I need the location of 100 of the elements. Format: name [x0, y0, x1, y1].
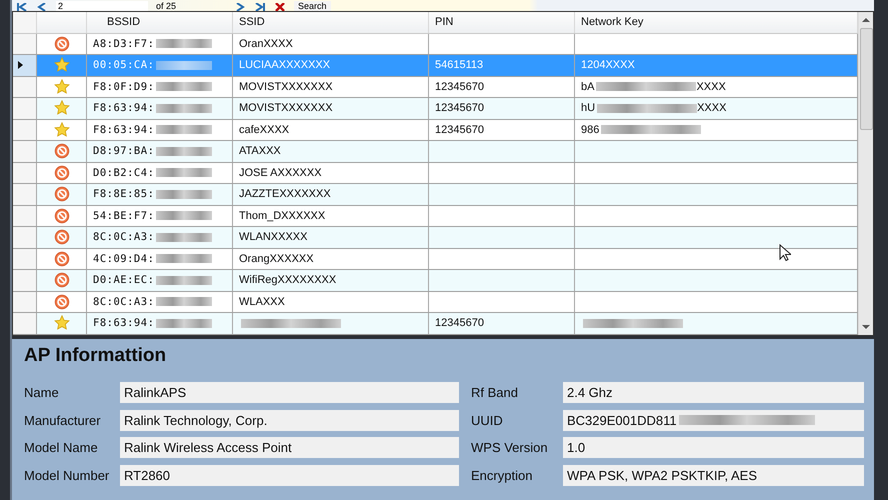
- redaction-mark: [156, 60, 212, 70]
- star-icon: [54, 78, 70, 95]
- bssid-text: A8:D3:F7:: [93, 38, 154, 50]
- redaction-mark: [156, 190, 212, 199]
- bssid-text: 54:BE:F7:: [93, 210, 154, 222]
- info-field[interactable]: WPA PSK, WPA2 PSKTKIP, AES: [563, 464, 864, 486]
- bssid-text: 8C:0C:A3:: [93, 231, 154, 244]
- field-label: Model Name: [24, 440, 99, 456]
- ssid-text: WLANXXXXX: [239, 231, 308, 244]
- mouse-cursor-icon: [779, 244, 791, 262]
- ssid-text: JOSE AXXXXXX: [239, 166, 322, 179]
- ssid-text: cafeXXXX: [239, 124, 290, 136]
- redaction-mark: [156, 232, 212, 242]
- scroll-thumb[interactable]: [860, 28, 872, 130]
- ssid-text: WLAXXX: [239, 296, 285, 308]
- field-label: Manufacturer: [24, 412, 102, 428]
- redaction-mark: [156, 276, 212, 285]
- ssid-text: MOVISTXXXXXXX: [239, 102, 333, 114]
- blocked-icon: [54, 272, 70, 288]
- table-row[interactable]: D0:AE:EC: WifiRegXXXXXXXX: [13, 270, 858, 292]
- redaction-mark: [156, 82, 212, 92]
- table-row[interactable]: F8:8E:85: JAZZTEXXXXXXX: [13, 184, 858, 206]
- last-icon[interactable]: [254, 3, 266, 11]
- table-row[interactable]: F8:63:94: MOVISTXXXXXXX 12345670 hU XXXX: [13, 98, 858, 120]
- previous-icon[interactable]: [36, 3, 48, 11]
- pin-text: 54615113: [435, 59, 484, 72]
- field-value: 2.4 Ghz: [567, 385, 613, 400]
- field-label: WPS Version: [471, 440, 549, 456]
- pin-text: 12345670: [435, 317, 484, 330]
- row-pointer-icon: [18, 61, 23, 70]
- delete-icon[interactable]: [274, 3, 286, 11]
- star-icon: [54, 315, 70, 332]
- redaction-mark: [156, 104, 212, 113]
- bssid-text: D8:97:BA:: [93, 145, 154, 158]
- star-icon: [54, 100, 70, 116]
- redaction-mark: [156, 168, 212, 178]
- info-field[interactable]: BC329E001DD811: [563, 410, 864, 431]
- bssid-text: 4C:09:D4:: [93, 252, 154, 265]
- bssid-text: 8C:0C:A3:: [93, 296, 154, 308]
- bssid-text: F8:63:94:: [93, 102, 154, 114]
- field-label: Model Number: [24, 468, 110, 483]
- ssid-text: ATAXXX: [239, 145, 281, 158]
- scroll-down-icon[interactable]: [862, 325, 870, 330]
- record-count: of 25: [156, 1, 178, 11]
- pin-text: 12345670: [435, 80, 484, 93]
- network-key-text: hU: [581, 102, 596, 114]
- info-field[interactable]: Ralink Wireless Access Point: [120, 437, 459, 458]
- field-label: Rf Band: [471, 385, 519, 400]
- search-button[interactable]: Search: [294, 1, 331, 11]
- info-field[interactable]: RalinkAPS: [120, 382, 459, 404]
- scroll-up-icon[interactable]: [862, 17, 870, 22]
- column-header[interactable]: SSID: [233, 12, 429, 32]
- redaction-mark: [156, 318, 212, 328]
- ssid-text: OrangXXXXXX: [239, 252, 314, 265]
- blocked-icon: [54, 36, 70, 52]
- network-key-text: 1204XXXX: [581, 59, 635, 72]
- network-key-text: 986: [581, 124, 600, 136]
- redaction-mark: [156, 39, 212, 48]
- redaction-mark: [156, 146, 212, 156]
- star-icon: [54, 57, 70, 74]
- ssid-text: WifiRegXXXXXXXX: [239, 274, 336, 286]
- ssid-text: MOVISTXXXXXXX: [239, 80, 333, 93]
- info-field[interactable]: RT2860: [120, 464, 459, 486]
- table-row[interactable]: D8:97:BA: ATAXXX: [13, 141, 858, 162]
- blocked-icon: [54, 143, 70, 160]
- pin-text: 12345670: [435, 102, 484, 114]
- position-field[interactable]: 2: [56, 1, 148, 11]
- field-label: UUID: [471, 412, 504, 428]
- ssid-text: Thom_DXXXXXX: [239, 210, 326, 222]
- ssid-text: JAZZTEXXXXXXX: [239, 188, 331, 200]
- table-row[interactable]: F8:63:94: 12345670: [13, 313, 858, 334]
- info-field[interactable]: Ralink Technology, Corp.: [120, 410, 459, 431]
- bssid-text: D0:AE:EC:: [93, 274, 154, 286]
- table-row[interactable]: 8C:0C:A3: WLANXXXXX: [13, 227, 858, 248]
- scrollbar[interactable]: [858, 12, 873, 335]
- bssid-text: F8:63:94:: [93, 317, 154, 330]
- bssid-text: F8:63:94:: [93, 124, 154, 136]
- panel-title: AP Informattion: [24, 345, 168, 367]
- ssid-text: OranXXXX: [239, 38, 293, 50]
- redaction-mark: [156, 211, 212, 220]
- info-field[interactable]: 1.0: [563, 437, 864, 458]
- field-value: WPA PSK, WPA2 PSKTKIP, AES: [567, 468, 758, 483]
- bssid-text: F8:0F:D9:: [93, 80, 154, 93]
- field-label: Encryption: [471, 468, 534, 483]
- column-header[interactable]: PIN: [429, 12, 575, 32]
- next-icon[interactable]: [234, 3, 246, 11]
- field-value: 1.0: [567, 440, 586, 456]
- blocked-icon: [54, 250, 70, 267]
- blocked-icon: [54, 186, 70, 202]
- blocked-icon: [54, 164, 70, 181]
- info-field[interactable]: 2.4 Ghz: [563, 382, 864, 404]
- field-value: BC329E001DD811: [567, 412, 677, 428]
- blocked-icon: [54, 294, 70, 310]
- first-icon[interactable]: [16, 3, 28, 11]
- network-key-text: XXXX: [697, 102, 726, 114]
- star-icon: [54, 122, 70, 138]
- bssid-text: F8:8E:85:: [93, 188, 154, 200]
- redaction-mark: [156, 125, 212, 134]
- bssid-text: 00:05:CA:: [93, 59, 154, 72]
- column-header[interactable]: BSSID: [87, 12, 233, 32]
